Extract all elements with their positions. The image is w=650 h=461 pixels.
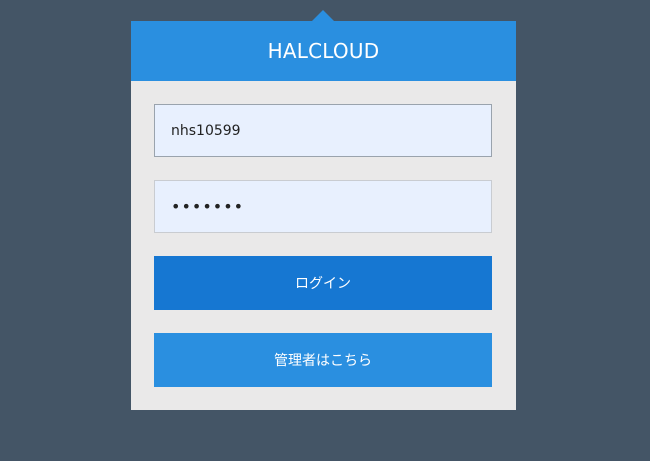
- admin-login-button-label: 管理者はこちら: [274, 353, 372, 369]
- login-button-label: ログイン: [295, 276, 351, 292]
- card-header: HALCLOUD: [131, 21, 516, 81]
- card-pointer: [312, 10, 334, 21]
- admin-login-button[interactable]: 管理者はこちら: [154, 333, 492, 387]
- login-card: HALCLOUD ログイン 管理者はこちら: [131, 21, 516, 410]
- username-input[interactable]: [154, 104, 492, 157]
- app-title: HALCLOUD: [267, 39, 380, 63]
- password-input[interactable]: [154, 180, 492, 233]
- login-button[interactable]: ログイン: [154, 256, 492, 310]
